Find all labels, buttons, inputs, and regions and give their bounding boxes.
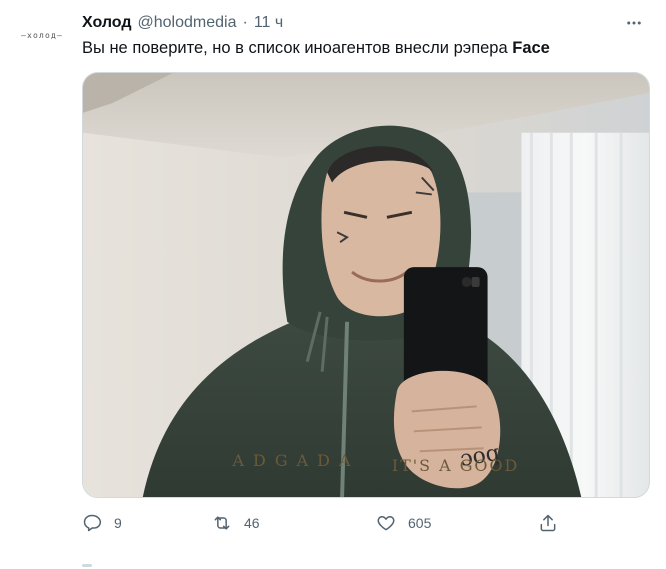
share-icon [540, 514, 556, 532]
svg-text:IT'S A GOOD: IT'S A GOOD [392, 456, 519, 475]
retweet-button[interactable]: 46 [212, 510, 260, 536]
reply-icon [83, 514, 102, 532]
tweet-photo[interactable]: ɔoq A D G A D A IT'S A GOOD [82, 72, 650, 498]
more-horizontal-icon[interactable] [622, 12, 646, 34]
tweet-actions: 9 46 605 [82, 510, 562, 536]
share-button[interactable] [538, 510, 558, 536]
tweet-text-bold: Face [512, 39, 550, 57]
reply-count: 9 [114, 515, 122, 531]
header-separator: · [242, 14, 248, 31]
tweet-text: Вы не поверите, но в список иноагентов в… [82, 37, 646, 59]
tweet-text-main: Вы не поверите, но в список иноагентов в… [82, 39, 513, 57]
like-button[interactable]: 605 [376, 510, 431, 536]
heart-icon [377, 516, 395, 531]
tweet-header: Холод @holodmedia · 11 ч [82, 12, 646, 34]
avatar-logo-text: –холод– [20, 30, 64, 40]
retweet-icon [214, 516, 230, 530]
svg-text:A D G A D A: A D G A D A [231, 451, 352, 470]
retweet-count: 46 [244, 515, 260, 531]
like-count: 605 [408, 515, 432, 531]
author-name[interactable]: Холод [82, 14, 132, 32]
reply-button[interactable]: 9 [82, 510, 122, 536]
photo-illustration: ɔoq A D G A D A IT'S A GOOD [83, 73, 649, 497]
divider [82, 564, 92, 567]
author-avatar[interactable]: –холод– [12, 28, 72, 42]
author-handle[interactable]: @holodmedia [138, 14, 237, 32]
tweet-card[interactable]: –холод– Холод @holodmedia · 11 ч Вы не п… [0, 0, 666, 569]
tweet-timestamp[interactable]: 11 ч [254, 14, 283, 32]
